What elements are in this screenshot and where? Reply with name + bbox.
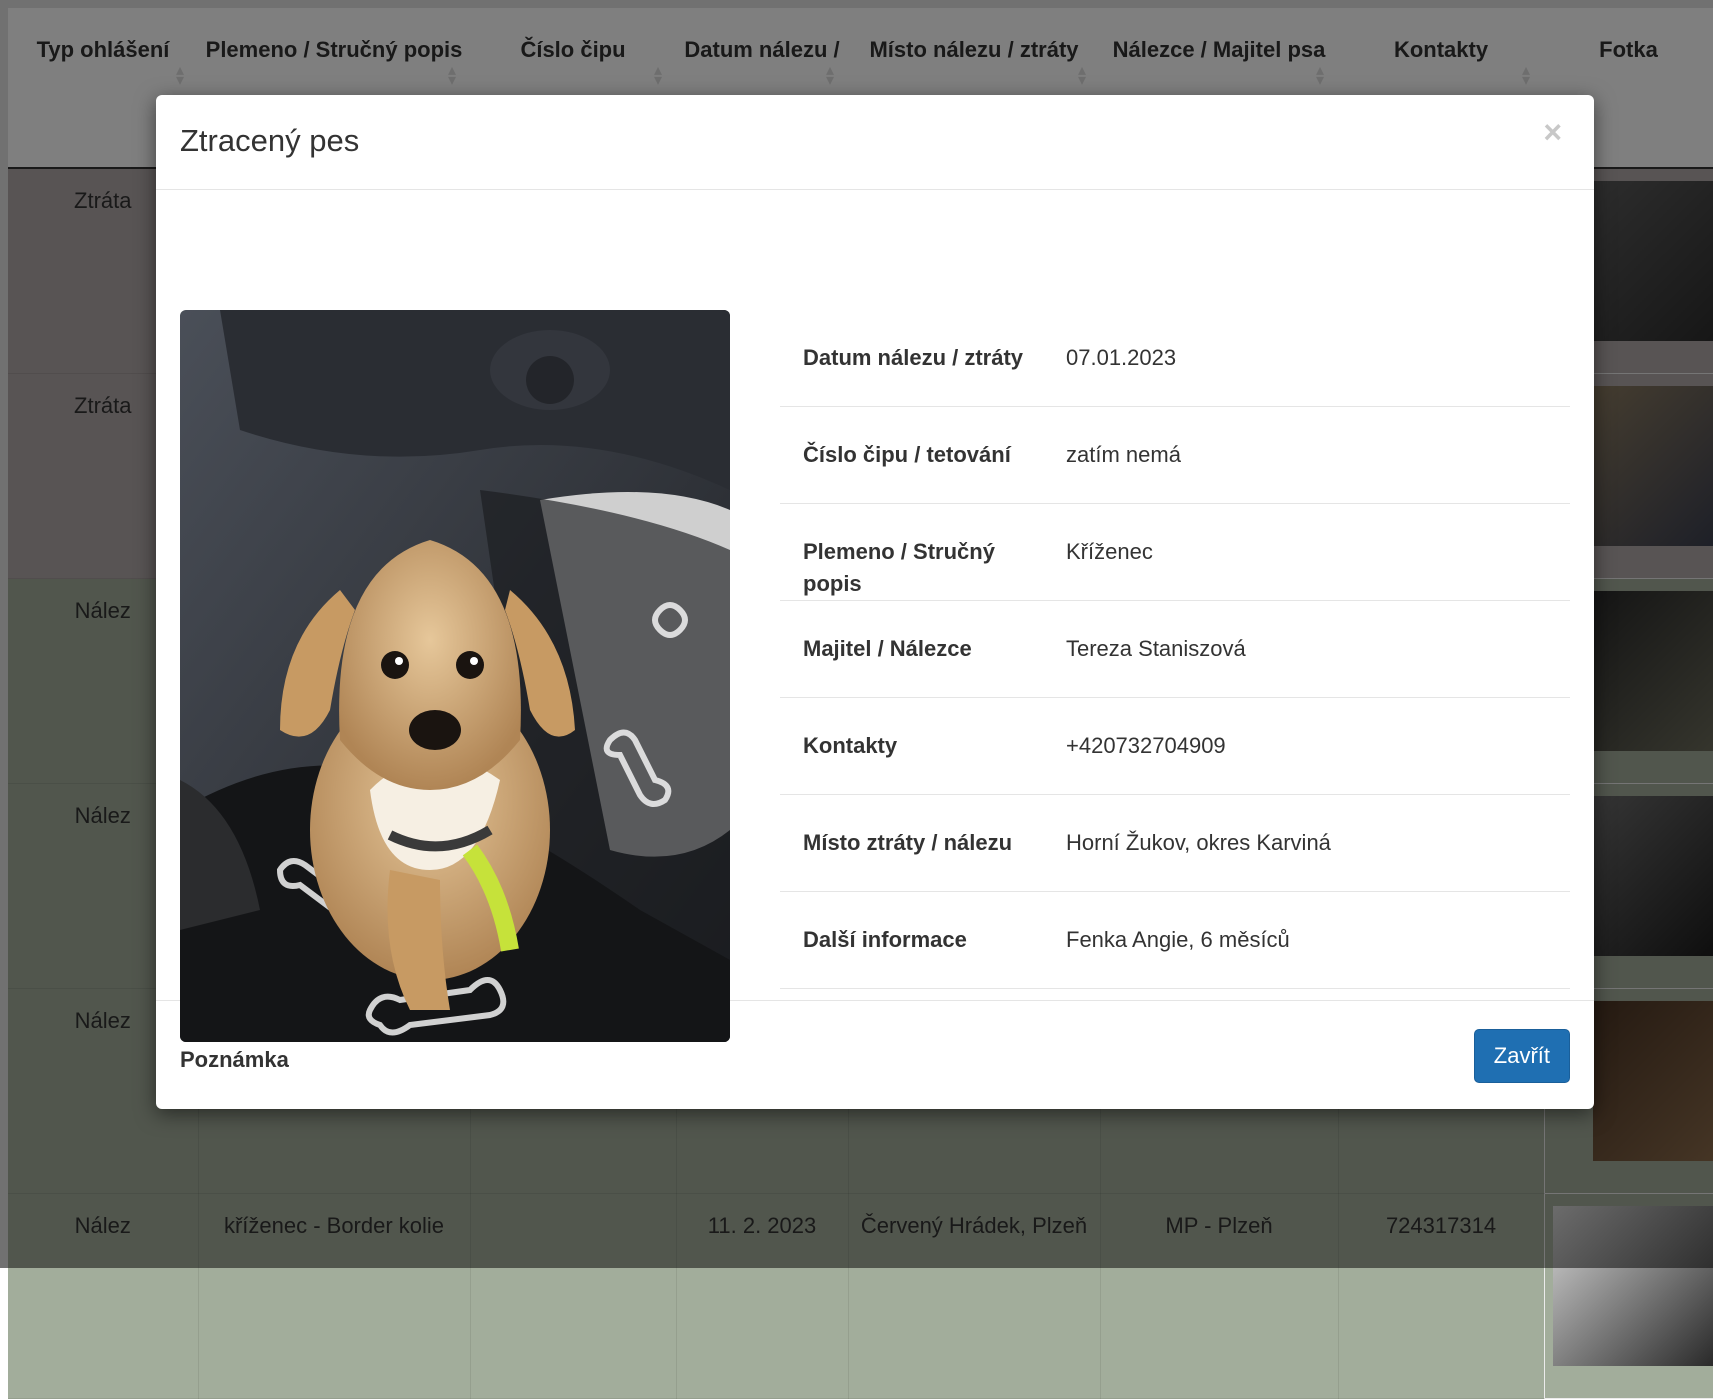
detail-row-place: Místo ztráty / nálezu Horní Žukov, okres…: [780, 795, 1570, 892]
detail-row-owner: Majitel / Nálezce Tereza Staniszová: [780, 601, 1570, 698]
detail-row-contacts: Kontakty +420732704909: [780, 698, 1570, 795]
detail-value: Tereza Staniszová: [1066, 636, 1246, 661]
detail-row-breed: Plemeno / Stručný popis Kříženec: [780, 504, 1570, 601]
close-icon[interactable]: ×: [1537, 115, 1568, 149]
dog-photo-image: [180, 310, 730, 1042]
detail-value: Kříženec: [1066, 539, 1153, 564]
detail-value: Horní Žukov, okres Karviná: [1066, 830, 1331, 855]
detail-value: 07.01.2023: [1066, 345, 1177, 370]
detail-label: Místo ztráty / nálezu: [803, 830, 1013, 855]
detail-label: Plemeno / Stručný popis: [803, 539, 995, 596]
dog-detail-modal: Ztracený pes × Poznámka Datum nálezu / z…: [156, 95, 1594, 1109]
detail-value: zatím nemá: [1066, 442, 1181, 467]
detail-label: Datum nálezu / ztráty: [803, 345, 1024, 370]
modal-header: Ztracený pes ×: [156, 95, 1594, 190]
detail-label: Číslo čipu / tetování: [803, 442, 1011, 467]
detail-row-info: Další informace Fenka Angie, 6 měsíců: [780, 892, 1570, 989]
detail-value: Fenka Angie, 6 měsíců: [1066, 927, 1290, 952]
detail-label: Majitel / Nálezce: [803, 636, 972, 661]
detail-value: +420732704909: [1066, 733, 1226, 758]
modal-title: Ztracený pes: [180, 123, 360, 158]
detail-label: Další informace: [803, 927, 967, 952]
detail-list: Datum nálezu / ztráty 07.01.2023 Číslo č…: [780, 310, 1570, 989]
detail-row-chip: Číslo čipu / tetování zatím nemá: [780, 407, 1570, 504]
close-button[interactable]: Zavřít: [1473, 1029, 1570, 1083]
modal-footer: Zavřít: [156, 1001, 1594, 1109]
dog-photo: [180, 310, 730, 1042]
detail-row-date: Datum nálezu / ztráty 07.01.2023: [780, 310, 1570, 407]
detail-label: Kontakty: [803, 733, 898, 758]
modal-body: Poznámka Datum nálezu / ztráty 07.01.202…: [156, 190, 1594, 1072]
